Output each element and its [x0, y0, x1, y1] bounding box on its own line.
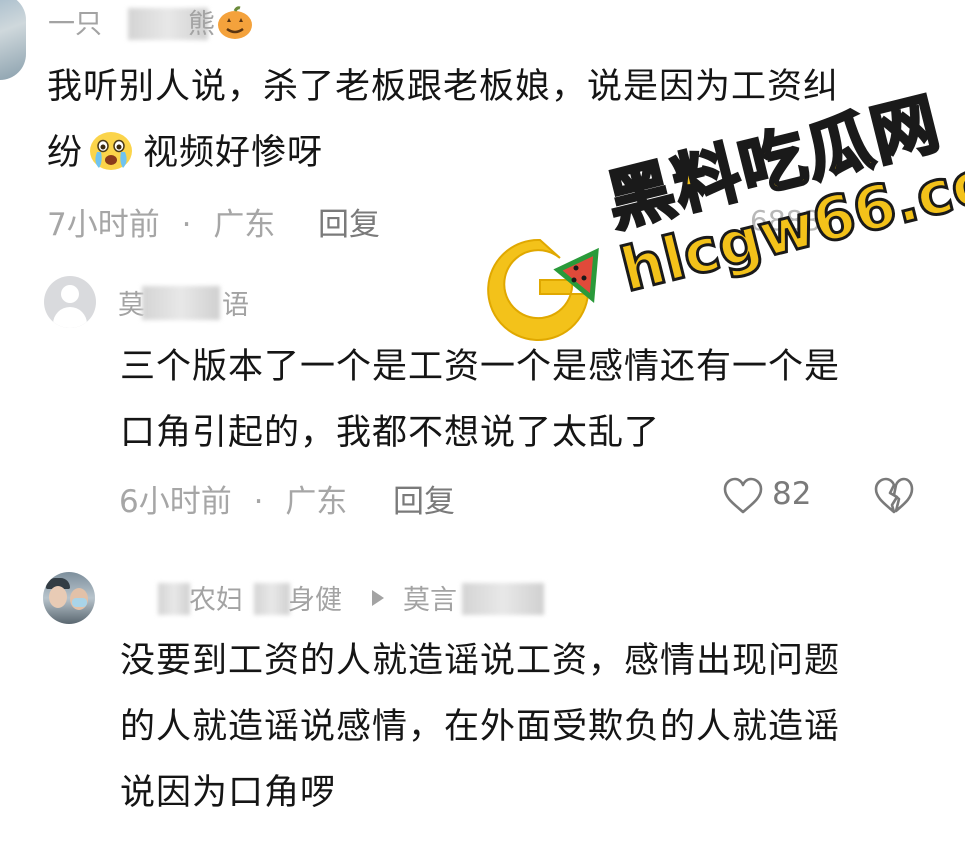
- bottom-edge: [0, 830, 965, 844]
- redacted-username: [462, 583, 544, 615]
- comment-line: 没要到工资的人就造谣说工资，感情出现问题: [120, 641, 841, 681]
- comment-line: 的人就造谣说感情，在外面受欺负的人就造谣: [120, 707, 841, 747]
- username-text: 农妇: [189, 585, 243, 616]
- location: 广东: [213, 207, 276, 243]
- timestamp: 7小时前: [47, 207, 160, 243]
- separator: ·: [181, 207, 192, 243]
- reply-to-username[interactable]: 莫言: [403, 578, 457, 617]
- comment-username[interactable]: 莫: [118, 283, 145, 322]
- comment-text: 三个版本了一个是工资一个是感情还有一个是 口角引起的，我都不想说了太乱了: [120, 334, 840, 466]
- comment-line: 我听别人说，杀了老板跟老板娘，说是因为工资纠: [47, 67, 840, 107]
- username-text: 莫言: [403, 585, 457, 616]
- watermark-logo-icon: [487, 238, 599, 341]
- username-text: 莫: [118, 290, 145, 321]
- redacted-username: [158, 583, 190, 615]
- location: 广东: [285, 484, 348, 520]
- like-count: 82: [772, 476, 812, 512]
- separator: ·: [253, 484, 264, 520]
- comment-meta: 6小时前 · 广东: [119, 476, 347, 521]
- comment-line: 口角引起的，我都不想说了太乱了: [120, 413, 661, 453]
- redacted-username: [142, 286, 220, 320]
- comment-meta: 7小时前 · 广东: [47, 199, 275, 244]
- reply-arrow-icon: [372, 590, 384, 606]
- reply-button[interactable]: 回复: [393, 476, 455, 521]
- user-avatar[interactable]: [44, 276, 96, 328]
- pumpkin-icon: [218, 6, 252, 39]
- comment-line: 三个版本了一个是工资一个是感情还有一个是: [120, 347, 841, 387]
- user-avatar[interactable]: [43, 572, 95, 624]
- comment-username[interactable]: 一只: [48, 2, 102, 41]
- username-text: 一只: [48, 9, 102, 40]
- username-suffix: 身健: [288, 585, 342, 616]
- reply-button[interactable]: 回复: [318, 199, 380, 244]
- heart-icon[interactable]: [722, 477, 764, 515]
- timestamp: 6小时前: [119, 484, 232, 520]
- username-suffix: 熊: [188, 9, 215, 40]
- comment-line: 说因为口角啰: [120, 773, 337, 813]
- username-suffix: 语: [222, 290, 249, 321]
- broken-heart-icon[interactable]: [873, 477, 915, 515]
- redacted-username: [254, 583, 290, 615]
- crying-face-icon: [90, 132, 133, 170]
- comment-text: 没要到工资的人就造谣说工资，感情出现问题 的人就造谣说感情，在外面受欺负的人就造…: [120, 628, 840, 826]
- comment-username[interactable]: 农妇: [189, 578, 243, 617]
- user-avatar[interactable]: [0, 0, 26, 80]
- comment-list: 一只 熊 我听别人说，杀了老板跟老板娘，说是因为工资纠 纷 视频好惨呀 7小时前: [0, 0, 965, 844]
